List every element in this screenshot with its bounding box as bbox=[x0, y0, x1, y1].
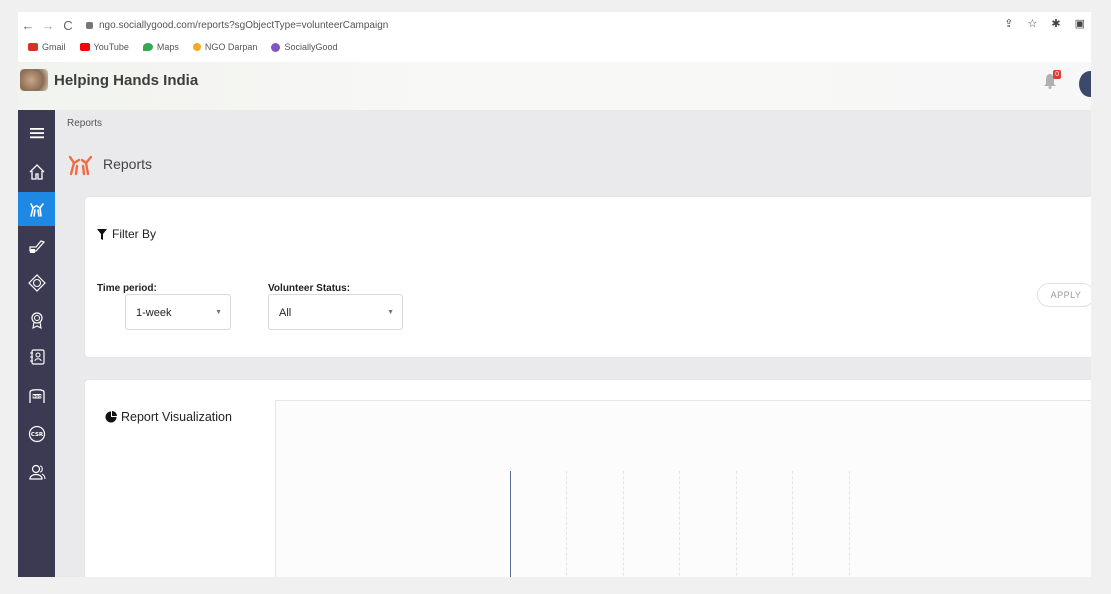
extensions-icon[interactable]: ✱ bbox=[1051, 17, 1060, 30]
apply-button[interactable]: APPLY bbox=[1037, 283, 1091, 307]
time-period-select[interactable]: 1-week ▼ bbox=[125, 294, 231, 330]
sidebar-item-donation[interactable] bbox=[18, 229, 55, 263]
volunteer-status-select[interactable]: All ▼ bbox=[268, 294, 403, 330]
svg-text:NGO: NGO bbox=[32, 395, 41, 399]
browser-actions: ⇪ ☆ ✱ ▣ bbox=[1004, 17, 1085, 30]
bookmark-sociallygood[interactable]: SociallyGood bbox=[271, 42, 337, 52]
bookmark-maps[interactable]: Maps bbox=[142, 42, 179, 52]
star-icon[interactable]: ☆ bbox=[1028, 17, 1038, 30]
chart-gridline bbox=[792, 471, 794, 577]
filter-heading: Filter By bbox=[97, 227, 156, 241]
donation-icon bbox=[28, 240, 45, 253]
sidebar-item-badges[interactable] bbox=[18, 266, 55, 300]
filter-card: Filter By Time period: 1-week ▼ Voluntee… bbox=[85, 197, 1091, 357]
pie-chart-icon bbox=[105, 411, 117, 423]
sociallygood-icon bbox=[271, 42, 281, 52]
ngo-darpan-icon bbox=[192, 43, 201, 51]
sidebar-item-contacts[interactable] bbox=[18, 340, 55, 374]
youtube-icon bbox=[79, 43, 90, 51]
bookmark-ngo-darpan[interactable]: NGO Darpan bbox=[192, 42, 257, 52]
browser-window: ← → C ngo.sociallygood.com/reports?sgObj… bbox=[18, 12, 1091, 577]
chart-area bbox=[275, 400, 1091, 577]
menu-icon bbox=[29, 128, 44, 139]
browser-chrome: ← → C ngo.sociallygood.com/reports?sgObj… bbox=[18, 12, 1091, 62]
url-text: ngo.sociallygood.com/reports?sgObjectTyp… bbox=[99, 19, 389, 31]
volunteer-status-value: All bbox=[279, 307, 292, 319]
org-name: Helping Hands India bbox=[54, 72, 199, 89]
sidebar: NGO CSR bbox=[18, 110, 55, 577]
maps-icon bbox=[142, 43, 153, 51]
reload-button[interactable]: C bbox=[58, 18, 78, 33]
ngo-icon: NGO bbox=[28, 389, 45, 403]
svg-text:CSR: CSR bbox=[30, 432, 43, 438]
bookmark-youtube[interactable]: YouTube bbox=[79, 42, 129, 52]
page-header: Reports bbox=[67, 152, 152, 176]
sidebar-item-home[interactable] bbox=[18, 155, 55, 189]
award-icon bbox=[30, 312, 43, 329]
org-logo bbox=[20, 69, 48, 91]
sidebar-item-volunteer[interactable] bbox=[18, 192, 55, 226]
time-period-label: Time period: bbox=[97, 283, 157, 294]
sidebar-item-csr[interactable]: CSR bbox=[18, 417, 55, 451]
filter-icon bbox=[97, 228, 107, 240]
chart-gridline bbox=[679, 471, 681, 577]
breadcrumb[interactable]: Reports bbox=[67, 118, 102, 129]
home-icon bbox=[29, 164, 44, 180]
app-header: Helping Hands India 0 bbox=[18, 62, 1091, 111]
chart-gridline bbox=[736, 471, 738, 577]
chart-gridline bbox=[849, 471, 851, 577]
volunteer-hands-icon bbox=[68, 155, 93, 176]
gmail-icon bbox=[28, 43, 38, 51]
users-icon bbox=[28, 464, 46, 480]
page-title: Reports bbox=[103, 156, 153, 172]
chart-axis-line bbox=[510, 471, 512, 577]
chart-gridline bbox=[566, 471, 568, 577]
menu-toggle[interactable] bbox=[18, 116, 55, 150]
sidebar-item-users[interactable] bbox=[18, 455, 55, 489]
share-icon[interactable]: ⇪ bbox=[1004, 17, 1013, 30]
sidepanel-icon[interactable]: ▣ bbox=[1075, 17, 1085, 30]
volunteer-hands-icon bbox=[29, 203, 44, 217]
back-button[interactable]: ← bbox=[18, 18, 38, 33]
bookmarks-bar: Gmail YouTube Maps NGO Darpan SociallyGo… bbox=[28, 42, 337, 52]
notification-badge: 0 bbox=[1053, 70, 1061, 79]
time-period-value: 1-week bbox=[136, 307, 172, 319]
sidebar-item-awards[interactable] bbox=[18, 303, 55, 337]
contacts-icon bbox=[29, 349, 45, 365]
main-content: Reports Reports Filter By Time period: 1… bbox=[55, 110, 1091, 577]
avatar[interactable] bbox=[1079, 71, 1091, 97]
visualization-card: Report Visualization bbox=[85, 380, 1091, 577]
csr-icon: CSR bbox=[28, 425, 45, 443]
lock-icon bbox=[86, 21, 93, 29]
viz-title: Report Visualization bbox=[121, 410, 232, 424]
filter-title: Filter By bbox=[112, 227, 157, 241]
bookmark-gmail[interactable]: Gmail bbox=[28, 42, 66, 52]
badge-icon bbox=[27, 274, 46, 292]
viz-heading: Report Visualization bbox=[105, 410, 232, 424]
volunteer-status-label: Volunteer Status: bbox=[268, 283, 351, 294]
sidebar-item-ngo[interactable]: NGO bbox=[18, 379, 55, 413]
chart-gridline bbox=[623, 471, 625, 577]
forward-button[interactable]: → bbox=[38, 18, 58, 33]
chevron-down-icon: ▼ bbox=[215, 309, 222, 316]
chevron-down-icon: ▼ bbox=[387, 309, 394, 316]
address-row: ← → C ngo.sociallygood.com/reports?sgObj… bbox=[18, 12, 1091, 38]
address-bar[interactable]: ngo.sociallygood.com/reports?sgObjectTyp… bbox=[86, 20, 388, 31]
